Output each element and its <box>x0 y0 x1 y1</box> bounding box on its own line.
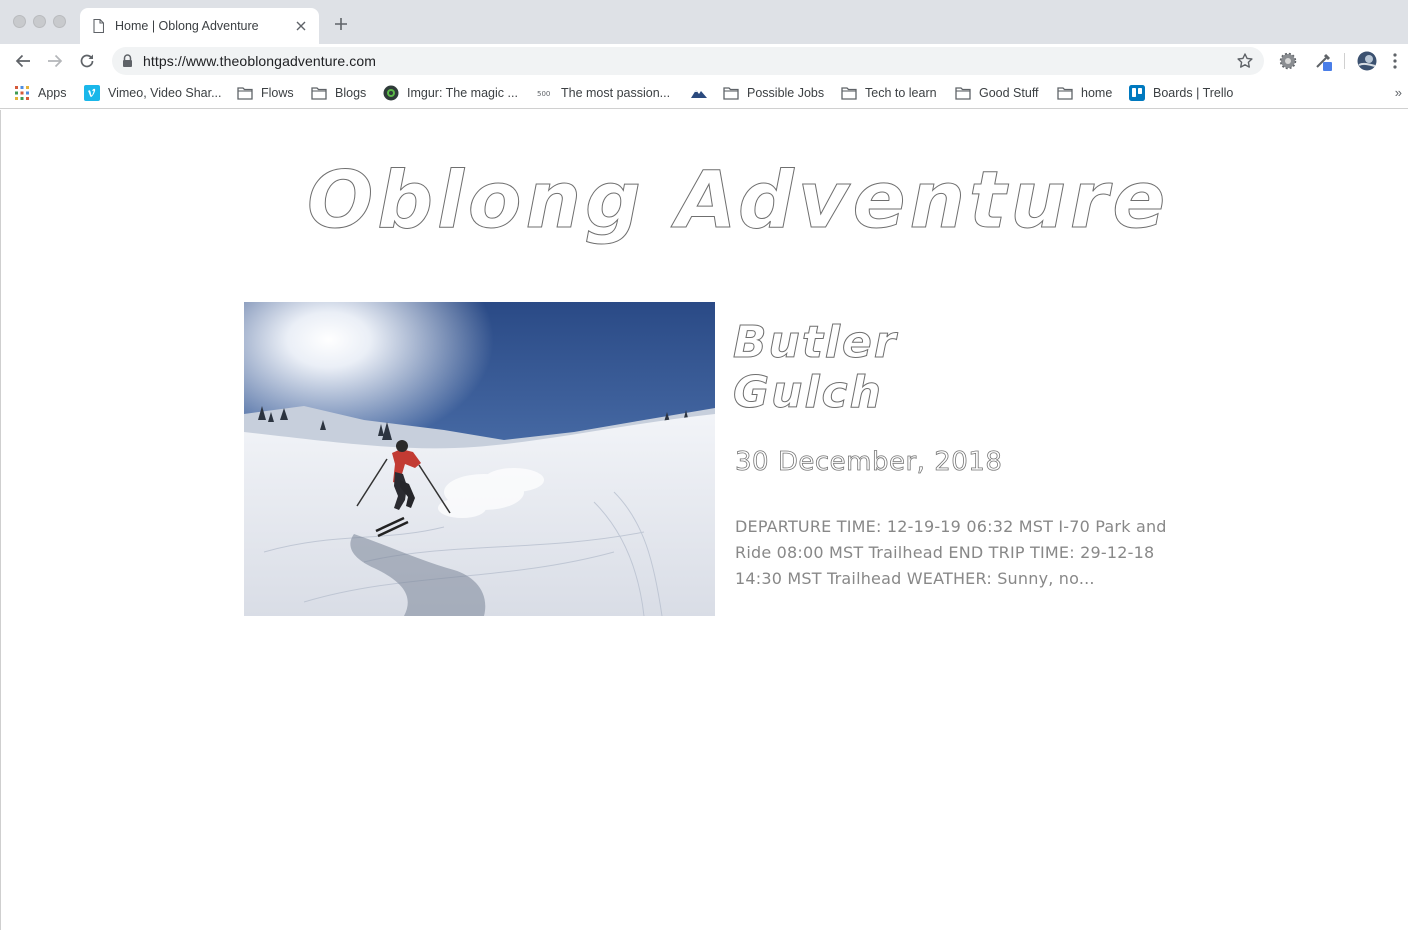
extension-gear-icon[interactable] <box>1279 52 1297 70</box>
folder-icon <box>311 85 327 101</box>
bookmark-label: Imgur: The magic ... <box>407 86 518 100</box>
bookmark-label: Tech to learn <box>865 86 937 100</box>
bookmark-star-icon[interactable] <box>1236 52 1254 70</box>
folder-icon <box>237 85 253 101</box>
folder-icon <box>723 85 739 101</box>
page-content: Oblong Adventure Butler Gulch 30 Decembe… <box>0 110 1408 930</box>
folder-icon <box>955 85 971 101</box>
browser-toolbar: https://www.theoblongadventure.com <box>0 44 1408 78</box>
menu-kebab-icon[interactable] <box>1392 52 1402 70</box>
bookmark-folder-possible-jobs[interactable]: Possible Jobs <box>723 84 824 102</box>
toolbar-divider <box>1344 53 1345 69</box>
bookmark-folder-flows[interactable]: Flows <box>237 84 294 102</box>
bookmark-apps[interactable]: Apps <box>14 84 67 102</box>
skier-photo <box>244 302 715 616</box>
site-icon: 500 <box>537 85 553 101</box>
bookmark-folder-home[interactable]: home <box>1057 84 1112 102</box>
bookmark-label: Apps <box>38 86 67 100</box>
window-close-control[interactable] <box>13 15 26 28</box>
bookmark-label: home <box>1081 86 1113 100</box>
close-tab-icon[interactable] <box>292 17 310 35</box>
post-date: 30 December, 2018 <box>735 447 1003 478</box>
bookmark-label: The most passion... <box>561 86 671 100</box>
bookmark-folder-blogs[interactable]: Blogs <box>311 84 366 102</box>
window-zoom-control[interactable] <box>53 15 66 28</box>
imgur-icon <box>383 85 399 101</box>
apps-grid-icon <box>14 85 30 101</box>
bookmark-trello[interactable]: Boards | Trello <box>1129 84 1233 102</box>
bookmark-folder-tech-to-learn[interactable]: Tech to learn <box>841 84 937 102</box>
mountain-icon <box>691 85 707 101</box>
folder-icon <box>1057 85 1073 101</box>
lock-icon[interactable] <box>122 54 133 68</box>
bookmark-mountain[interactable] <box>691 84 715 102</box>
post-hero-image-skier[interactable] <box>244 302 715 616</box>
profile-avatar[interactable] <box>1357 51 1377 71</box>
post-excerpt: DEPARTURE TIME: 12-19-19 06:32 MST I-70 … <box>735 517 1167 588</box>
folder-icon <box>841 85 857 101</box>
address-bar[interactable]: https://www.theoblongadventure.com <box>112 47 1264 75</box>
bookmark-label: Possible Jobs <box>747 86 825 100</box>
forward-arrow-icon[interactable] <box>43 49 67 73</box>
bookmark-label: Flows <box>261 86 294 100</box>
bookmark-label: Boards | Trello <box>1153 86 1234 100</box>
url-text[interactable]: https://www.theoblongadventure.com <box>143 53 376 69</box>
bookmark-imgur[interactable]: Imgur: The magic ... <box>383 84 518 102</box>
page-icon <box>93 19 104 33</box>
more-bookmarks-chevron-icon[interactable]: » <box>1395 85 1402 100</box>
bookmark-site[interactable]: 500 The most passion... <box>537 84 670 102</box>
tab-title: Home | Oblong Adventure <box>115 19 259 33</box>
extension-eyedropper-icon[interactable] <box>1314 52 1332 71</box>
bookmark-vimeo[interactable]: Vimeo, Video Shar... <box>84 84 222 102</box>
bookmarks-bar: Apps Vimeo, Video Shar... Flows Blogs Im… <box>0 78 1408 109</box>
bookmark-label: Good Stuff <box>979 86 1039 100</box>
reload-icon[interactable] <box>75 49 99 73</box>
post-title[interactable]: Butler Gulch <box>733 317 993 418</box>
back-arrow-icon[interactable] <box>11 49 35 73</box>
bookmark-label: Vimeo, Video Shar... <box>108 86 222 100</box>
bookmark-folder-good-stuff[interactable]: Good Stuff <box>955 84 1039 102</box>
window-minimize-control[interactable] <box>33 15 46 28</box>
svg-text:500: 500 <box>537 90 550 97</box>
site-title[interactable]: Oblong Adventure <box>307 162 1166 241</box>
trello-icon <box>1129 85 1145 101</box>
vimeo-icon <box>84 85 100 101</box>
browser-tab-active[interactable]: Home | Oblong Adventure <box>80 8 319 44</box>
bookmark-label: Blogs <box>335 86 367 100</box>
tab-strip: Home | Oblong Adventure <box>0 0 1408 44</box>
new-tab-plus-icon[interactable] <box>331 14 351 34</box>
